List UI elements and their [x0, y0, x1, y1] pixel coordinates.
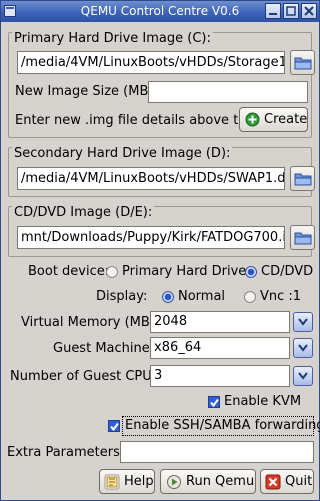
enable-kvm-label[interactable]: Enable KVM [224, 394, 301, 409]
guest-machine-label: Guest Machine: [53, 341, 155, 356]
checkmark-icon [210, 398, 219, 407]
run-qemu-button[interactable]: Run Qemu [160, 469, 256, 494]
create-button[interactable]: Create [239, 107, 308, 132]
guest-cpu-label: Number of Guest CPU: [10, 369, 157, 384]
checkmark-icon [110, 422, 119, 431]
help-button[interactable]: Help [99, 469, 155, 494]
quit-button-label: Quit [285, 474, 313, 489]
display-normal-label[interactable]: Normal [178, 289, 225, 304]
primary-drive-group: Primary Hard Drive Image (C): /media/4VM… [8, 31, 315, 138]
enable-kvm-checkbox[interactable] [208, 396, 220, 408]
cdrom-path-input[interactable]: mnt/Downloads/Puppy/Kirk/FATDOG700.iso [17, 226, 285, 249]
display-normal-radio[interactable] [162, 291, 174, 303]
primary-drive-browse-button[interactable] [290, 50, 315, 75]
display-vnc-label[interactable]: Vnc :1 [260, 289, 301, 304]
virtual-memory-label: Virtual Memory (MB): [21, 315, 160, 330]
virtual-memory-dropdown-button[interactable] [293, 312, 313, 332]
secondary-drive-label: Secondary Hard Drive Image (D): [12, 146, 233, 161]
chevron-down-icon [298, 344, 308, 352]
primary-drive-path-input[interactable]: /media/4VM/LinuxBoots/vHDDs/Storage1.dis [17, 51, 285, 74]
secondary-drive-group: Secondary Hard Drive Image (D): /media/4… [8, 146, 315, 197]
minimize-icon [269, 13, 277, 15]
run-icon [167, 475, 181, 489]
add-icon [245, 112, 260, 127]
quit-button[interactable]: Quit [260, 469, 314, 494]
run-qemu-button-label: Run Qemu [186, 474, 255, 489]
create-hint-label: Enter new .img file details above then [15, 113, 263, 128]
close-icon [304, 6, 314, 16]
display-vnc-radio[interactable] [244, 291, 256, 303]
display-label: Display: [96, 289, 148, 304]
guest-cpu-dropdown-button[interactable] [293, 366, 313, 386]
chevron-down-icon [298, 372, 308, 380]
primary-drive-label: Primary Hard Drive Image (C): [12, 31, 213, 46]
boot-primary-radio[interactable] [106, 266, 118, 278]
folder-icon [294, 173, 312, 186]
boot-cdrom-label[interactable]: CD/DVD [261, 264, 313, 279]
folder-icon [294, 57, 312, 70]
help-button-label: Help [124, 474, 154, 489]
create-button-label: Create [264, 112, 308, 127]
quit-icon [265, 474, 281, 490]
qemu-window: QEMU Control Centre V0.6 Primary Hard Dr… [0, 0, 320, 501]
folder-icon [294, 232, 312, 245]
maximize-icon [286, 6, 296, 16]
guest-machine-input[interactable]: x86_64 [150, 337, 290, 359]
enable-ssh-checkbox[interactable] [108, 420, 120, 432]
boot-primary-label[interactable]: Primary Hard Drive [122, 264, 246, 279]
chevron-down-icon [298, 318, 308, 326]
close-button[interactable] [301, 3, 317, 19]
title-bar[interactable]: QEMU Control Centre V0.6 [1, 1, 319, 22]
secondary-drive-path-input[interactable]: /media/4VM/LinuxBoots/vHDDs/SWAP1.dis [17, 167, 285, 190]
extra-parameters-label: Extra Parameters: [7, 445, 125, 460]
cdrom-group: CD/DVD Image (D/E): mnt/Downloads/Puppy/… [8, 205, 315, 257]
image-size-input[interactable] [148, 81, 308, 103]
minimize-button[interactable] [265, 3, 281, 19]
guest-cpu-input[interactable]: 3 [150, 365, 290, 387]
boot-cdrom-radio[interactable] [245, 266, 257, 278]
cdrom-label: CD/DVD Image (D/E): [12, 205, 155, 220]
secondary-drive-browse-button[interactable] [290, 166, 315, 191]
virtual-memory-input[interactable]: 2048 [150, 311, 290, 333]
guest-machine-dropdown-button[interactable] [293, 338, 313, 358]
boot-device-label: Boot device: [28, 264, 110, 279]
enable-ssh-label[interactable]: Enable SSH/SAMBA forwarding [125, 418, 320, 433]
help-icon [104, 474, 120, 490]
extra-parameters-input[interactable] [120, 441, 314, 463]
image-size-label: New Image Size (MB) [15, 84, 154, 99]
cdrom-browse-button[interactable] [290, 225, 315, 250]
maximize-button[interactable] [283, 3, 299, 19]
